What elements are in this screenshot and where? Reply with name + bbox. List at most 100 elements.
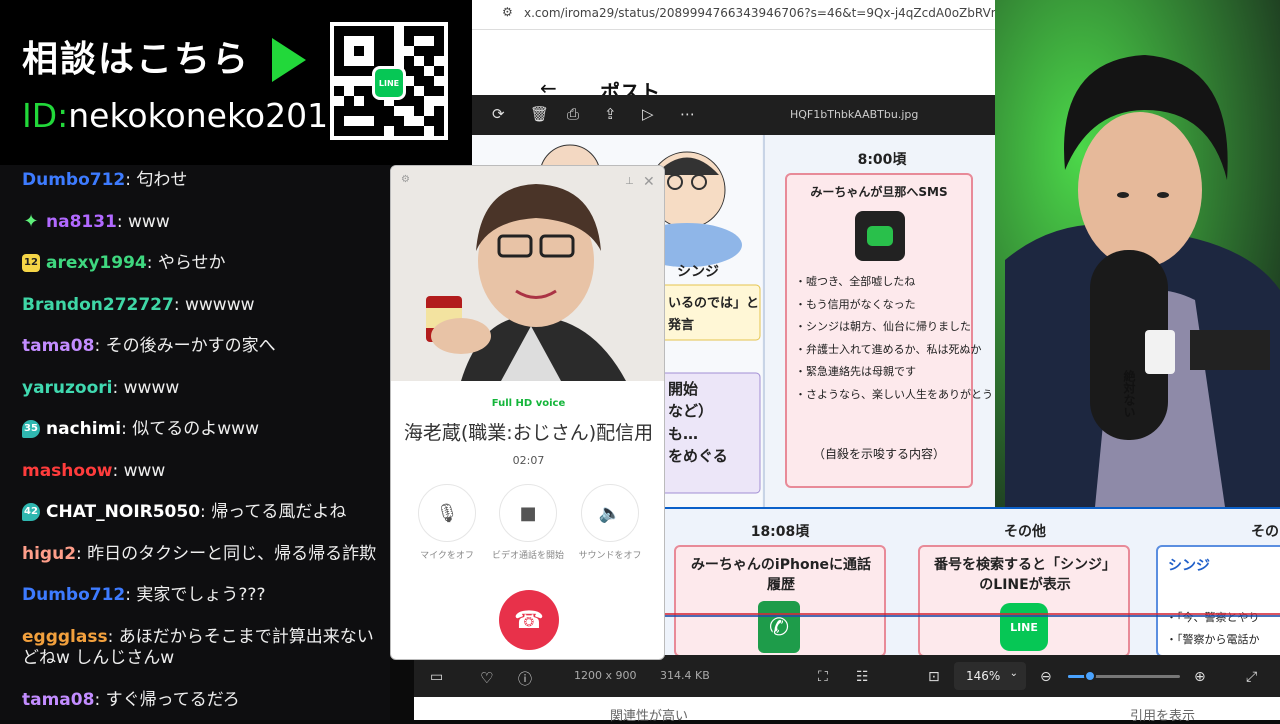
- chat-text: あほだからそこまで計算出来ない: [118, 626, 374, 647]
- post-header: ← ポスト: [472, 60, 995, 104]
- partial-text: 発言: [668, 318, 695, 333]
- file-size: 314.4 KB: [660, 669, 710, 682]
- avatar: [391, 166, 664, 381]
- chat-username[interactable]: Dumbo712: [22, 585, 125, 605]
- chat-username[interactable]: tama08: [22, 336, 94, 356]
- chat-message: mashoow: www: [22, 460, 166, 481]
- relevance-sort[interactable]: 関連性が高い: [610, 705, 688, 724]
- info-icon[interactable]: ⓘ: [518, 669, 532, 689]
- more-icon[interactable]: ⋯: [680, 105, 695, 123]
- card-line: ・弁護士入れて進めるか、私は死ぬか: [795, 342, 982, 356]
- close-icon[interactable]: ✕: [643, 174, 655, 190]
- time-label: その他: [1004, 524, 1046, 540]
- chat-message: yaruzoori: wwww: [22, 377, 180, 398]
- hd-voice-label: Full HD voice: [491, 398, 566, 409]
- fullscreen-icon[interactable]: ⤢: [1246, 669, 1257, 685]
- card-text: ・「警察から電話か: [1166, 633, 1260, 646]
- subscriber-badge-icon: 42: [22, 503, 40, 521]
- chat-username[interactable]: eggglass: [22, 627, 108, 647]
- chat-message: eggglass: あほだからそこまで計算出来ない: [22, 626, 374, 647]
- chat-text: やらせか: [157, 253, 226, 273]
- mic-button[interactable]: 🎙: [418, 484, 476, 542]
- card-line: ・緊急連絡先は母親です: [795, 365, 916, 378]
- view-quotes-link[interactable]: 引用を表示: [1130, 705, 1195, 724]
- partial-text: 開始: [668, 380, 699, 398]
- chat-username[interactable]: Dumbo712: [22, 170, 125, 190]
- chat-username[interactable]: na8131: [46, 212, 117, 232]
- time-label: 18:08頃: [750, 524, 810, 540]
- chat-username[interactable]: mashoow: [22, 461, 112, 481]
- chat-username[interactable]: tama08: [22, 690, 94, 710]
- video-button[interactable]: ■: [499, 484, 557, 542]
- image-content-lower: 18:08頃 その他 その みーちゃんのiPhoneに通話履歴 ✆ 番号を検索す…: [660, 507, 1280, 657]
- card-note: （自殺を示唆する内容）: [812, 447, 945, 461]
- zoom-slider-thumb[interactable]: [1084, 670, 1097, 682]
- speaker-icon: 🔈: [598, 502, 622, 524]
- subscriber-badge-icon: 35: [22, 420, 40, 438]
- character-name: シンジ: [677, 264, 719, 280]
- chat-message: higu2: 昨日のタクシーと同じ、帰る帰る詐欺: [22, 543, 377, 564]
- time-label: 8:00頃: [857, 152, 907, 168]
- mug-label: 絶対ない: [1122, 370, 1136, 418]
- chat-username[interactable]: yaruzoori: [22, 378, 113, 398]
- chat-username[interactable]: nachimi: [46, 419, 121, 439]
- partial-text: いるのでは」と: [668, 296, 760, 311]
- chat-text: 似てるのよwww: [132, 419, 259, 439]
- zoom-select[interactable]: 146% ⌄: [954, 662, 1026, 690]
- card-title: シンジ: [1168, 558, 1210, 574]
- line-call-window: ⚙ ⊥ ✕ Full HD voice 海老蔵(職業:おじさん)配信用 02:0…: [390, 165, 665, 660]
- zoom-out-icon[interactable]: ⊖: [1040, 669, 1052, 685]
- sound-button[interactable]: 🔈: [581, 484, 639, 542]
- card-title: みーちゃんのiPhoneに通話履歴: [690, 557, 872, 593]
- chat-message: 42 CHAT_NOIR5050: 帰ってる風だよね: [22, 501, 346, 523]
- chat-username[interactable]: Brandon272727: [22, 295, 174, 315]
- settings-icon[interactable]: ⚙: [401, 174, 410, 185]
- slideshow-icon[interactable]: ▷: [642, 105, 654, 123]
- line-icon: LINE: [1000, 603, 1048, 651]
- card-line: ・もう信用がなくなった: [795, 297, 916, 311]
- banner-headline: 相談はこちら: [22, 39, 251, 80]
- image-dimensions: 1200 x 900: [574, 669, 637, 682]
- police-card: シンジ ・「今、警察とやり ・「警察から電話か: [1156, 545, 1280, 657]
- chat-message: Brandon272727: wwwww: [22, 294, 255, 315]
- subscriber-badge-icon: 12: [22, 254, 40, 272]
- site-info-icon[interactable]: ⚙: [502, 5, 513, 19]
- chat-text: すぐ帰ってるだろ: [105, 689, 240, 710]
- delete-icon[interactable]: 🗑: [530, 105, 549, 123]
- print-icon[interactable]: ⎙: [567, 105, 579, 123]
- chat-username[interactable]: higu2: [22, 544, 76, 564]
- partial-text: など）: [668, 402, 714, 420]
- streamer-image: [995, 0, 1280, 507]
- card-line: ・さようなら、楽しい人生をありがとう: [795, 387, 993, 401]
- sms-card: みーちゃんが旦那へSMS ・嘘つき、全部嘘したね ・もう信用がなくなった ・シンジは…: [785, 173, 993, 488]
- partial-text: も…: [668, 425, 699, 443]
- chat-username[interactable]: arexy1994: [46, 253, 147, 273]
- favorite-icon[interactable]: ♡: [480, 669, 493, 687]
- chat-text: 匂わせ: [136, 170, 188, 190]
- filmstrip-icon[interactable]: ▭: [430, 669, 443, 685]
- rotate-icon[interactable]: ⟳: [492, 105, 505, 123]
- chat-text: 実家でしょう???: [136, 585, 266, 605]
- chat-text: 昨日のタクシーと同じ、帰る帰る詐欺: [87, 543, 377, 564]
- pin-icon[interactable]: ⊥: [625, 176, 634, 187]
- text-select-icon[interactable]: ☷: [856, 669, 869, 685]
- contact-name: 海老蔵(職業:おじさん)配信用: [403, 422, 654, 444]
- chat-message: 12 arexy1994: やらせか: [22, 252, 226, 274]
- video-label: ビデオ通話を開始: [491, 551, 564, 561]
- contact-banner: 相談はこちら ID:nekokoneko2018 LINE: [0, 0, 472, 165]
- zoom-slider[interactable]: [1068, 670, 1180, 682]
- zoom-in-icon[interactable]: ⊕: [1194, 669, 1206, 685]
- line-logo-icon: LINE: [372, 66, 406, 100]
- fit-window-icon[interactable]: ⊡: [928, 669, 940, 685]
- chat-text: 帰ってる風だよね: [211, 502, 347, 522]
- viewer-toolbar: ⟳ 🗑 ⎙ ⇪ ▷ ⋯ HQF1bThbkAABTbu.jpg: [472, 95, 995, 135]
- hang-up-button[interactable]: ☎: [499, 590, 559, 650]
- replies-header: 関連性が高い 引用を表示: [414, 697, 1280, 724]
- share-icon[interactable]: ⇪: [604, 105, 617, 123]
- crop-icon[interactable]: ⛶: [818, 669, 828, 685]
- chat-username[interactable]: CHAT_NOIR5050: [46, 502, 200, 522]
- webcam-feed: 絶対ない: [995, 0, 1280, 507]
- chat-message: tama08: その後みーかすの家へ: [22, 336, 276, 356]
- address-bar[interactable]: ⚙ x.com/iroma29/status/20899947663439467…: [472, 0, 995, 30]
- qr-code: LINE: [330, 22, 448, 140]
